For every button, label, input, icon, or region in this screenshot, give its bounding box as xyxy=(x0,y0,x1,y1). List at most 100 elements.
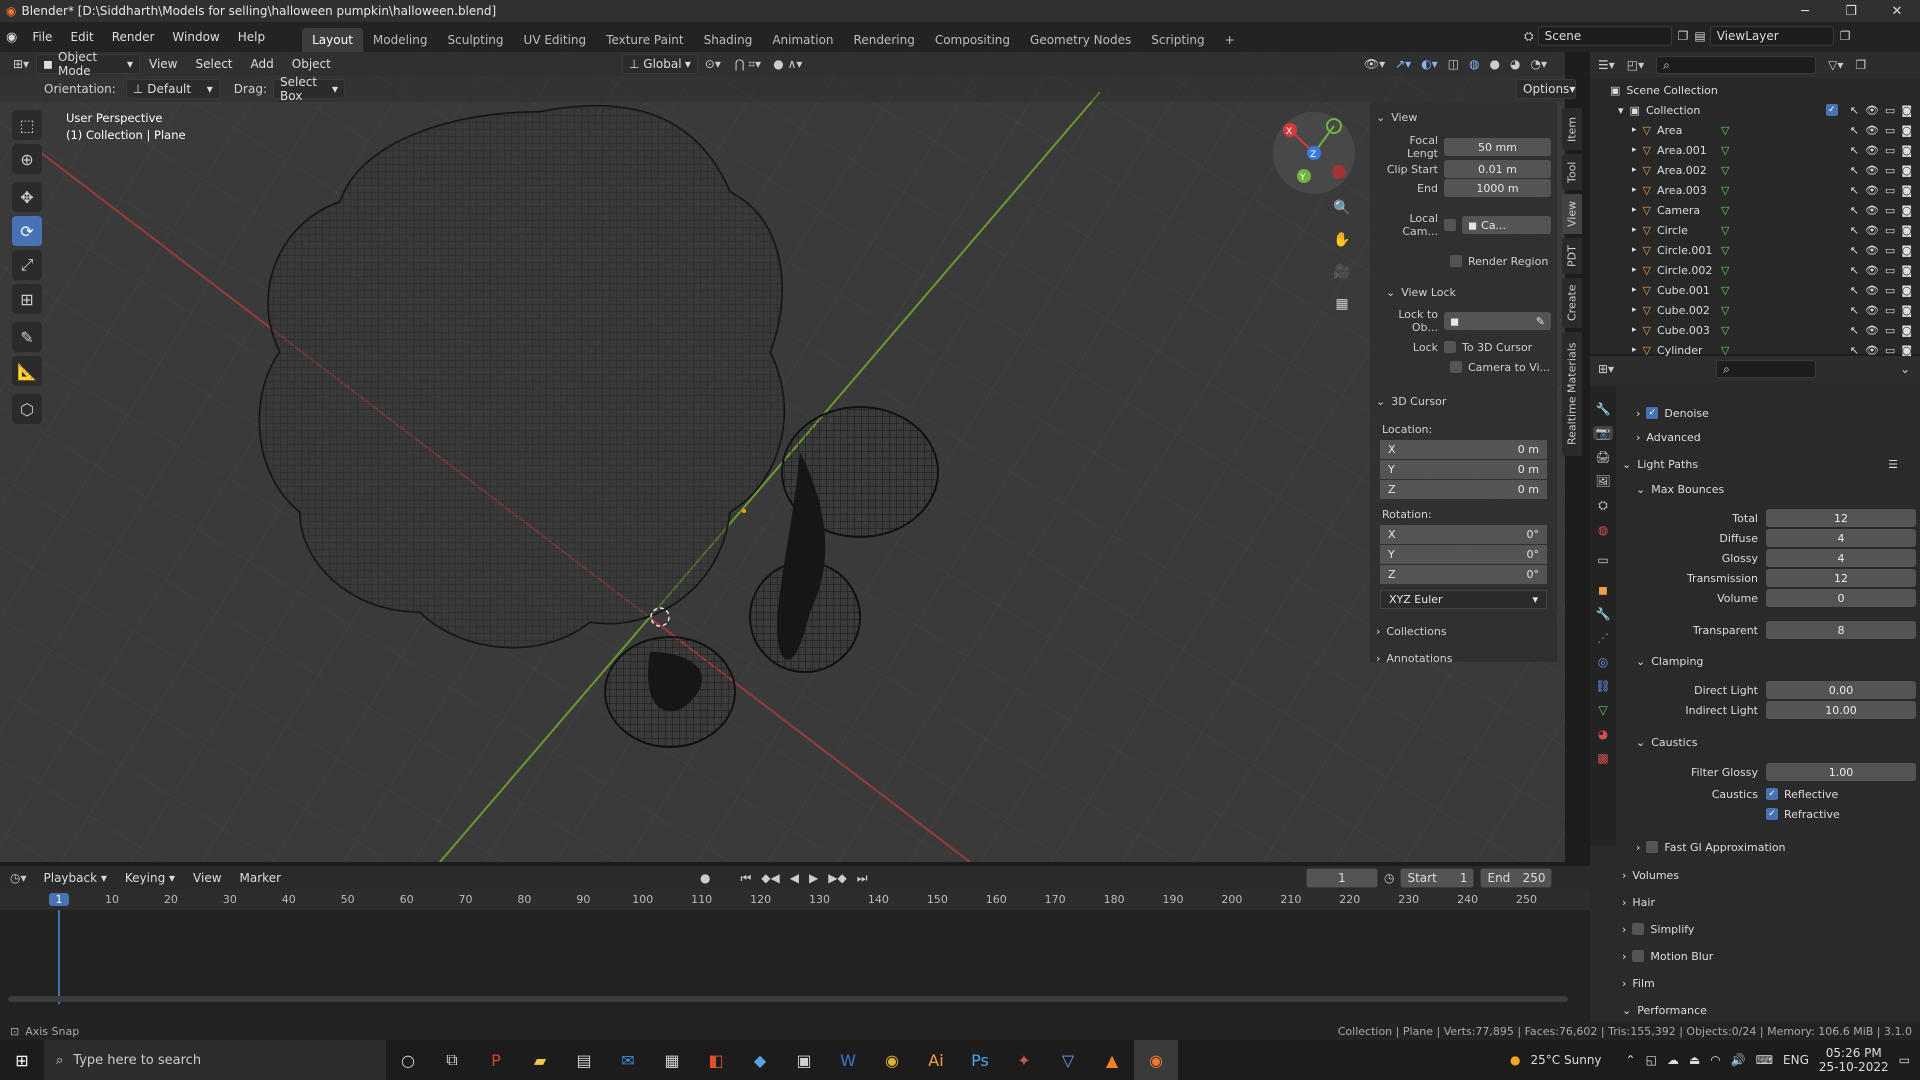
camera-render-icon[interactable]: ◙ xyxy=(1901,204,1912,217)
filter-glossy-field[interactable]: 1.00 xyxy=(1766,763,1916,781)
timeline-menu-marker[interactable]: Marker xyxy=(231,867,290,889)
tool-settings-icon[interactable]: 🔧 xyxy=(1596,402,1611,416)
camera-render-icon[interactable]: ◙ xyxy=(1901,244,1912,257)
viewport-menu-add[interactable]: Add xyxy=(242,53,283,75)
denoise-checkbox[interactable]: ✓ xyxy=(1646,407,1659,419)
jump-end-icon[interactable]: ⏭ xyxy=(857,871,868,886)
camera-view-icon[interactable]: 🎥 xyxy=(1330,260,1354,284)
timeline-menu-view[interactable]: View xyxy=(184,867,230,889)
outliner-search-input[interactable]: ⌕ xyxy=(1656,56,1817,74)
bounce-field[interactable]: 8 xyxy=(1766,621,1916,639)
editor-type-icon[interactable]: ⊞▾ xyxy=(6,57,36,71)
object-data-icon[interactable]: ▽ xyxy=(1721,224,1729,237)
camera-render-icon[interactable]: ◙ xyxy=(1901,104,1912,117)
blender-taskbar-icon[interactable]: ◉ xyxy=(1134,1040,1178,1080)
expand-arrow-icon[interactable]: ▸ xyxy=(1632,265,1637,275)
cursor-rotation-z[interactable]: Z 0° xyxy=(1380,565,1547,584)
indirect-light-field[interactable]: 10.00 xyxy=(1766,701,1916,719)
tab-scripting[interactable]: Scripting xyxy=(1141,28,1214,52)
outliner-editor-icon[interactable]: ☰▾ xyxy=(1598,58,1615,72)
photoshop-icon[interactable]: Ps xyxy=(958,1040,1002,1080)
orientation-selector[interactable]: ⊥ Default ▾ xyxy=(125,79,220,99)
performance-panel[interactable]: ⌄ Performance xyxy=(1616,999,1916,1021)
select-arrow-icon[interactable]: ↖ xyxy=(1850,124,1859,137)
camera-render-icon[interactable]: ◙ xyxy=(1901,284,1912,297)
start-frame-field[interactable]: Start 1 xyxy=(1400,868,1475,888)
eye-icon[interactable]: 👁 xyxy=(1865,304,1879,317)
expand-arrow-icon[interactable]: ▸ xyxy=(1632,245,1637,255)
world-properties-icon[interactable]: ◍ xyxy=(1598,523,1608,537)
gizmo-icon[interactable]: ↗▾ xyxy=(1395,57,1411,71)
measure-tool[interactable]: 📐 xyxy=(12,356,42,386)
view-panel-header[interactable]: ⌄ View xyxy=(1376,108,1551,126)
constraints-properties-icon[interactable]: ⛓ xyxy=(1595,679,1610,693)
motion-blur-checkbox[interactable] xyxy=(1632,950,1645,962)
play-icon[interactable]: ▶ xyxy=(809,871,818,885)
wireframe-shading-icon[interactable]: ◍ xyxy=(1469,57,1479,71)
zoom-icon[interactable]: 🔍 xyxy=(1330,196,1354,220)
max-bounces-panel[interactable]: ⌄ Max Bounces xyxy=(1616,478,1916,500)
timeline-track-area[interactable] xyxy=(0,910,1590,1004)
camera-render-icon[interactable]: ◙ xyxy=(1901,144,1912,157)
bounce-field[interactable]: 0 xyxy=(1766,589,1916,607)
object-data-icon[interactable]: ▽ xyxy=(1721,164,1729,177)
expand-arrow-icon[interactable]: ▸ xyxy=(1632,305,1637,315)
advanced-panel[interactable]: › Advanced xyxy=(1616,426,1916,448)
notifications-icon[interactable]: ▭ xyxy=(1899,1053,1910,1067)
menu-render[interactable]: Render xyxy=(103,26,164,48)
select-arrow-icon[interactable]: ↖ xyxy=(1850,184,1859,197)
outliner-collection[interactable]: ▾ ▣ Collection ✓ ↖ 👁 ▭ ◙ xyxy=(1590,100,1920,120)
tab-animation[interactable]: Animation xyxy=(762,28,843,52)
cursor-tool[interactable]: ⊕ xyxy=(12,144,42,174)
material-properties-icon[interactable]: ◕ xyxy=(1598,727,1608,741)
options-button[interactable]: Options ▾ xyxy=(1516,79,1576,99)
tab-uv-editing[interactable]: UV Editing xyxy=(514,28,597,52)
local-camera-field[interactable]: ◼ Ca... xyxy=(1462,216,1551,234)
list-icon[interactable]: ☰ xyxy=(1888,458,1916,471)
output-properties-icon[interactable]: 🖨 xyxy=(1595,450,1610,464)
view-layer-selector[interactable]: ViewLayer xyxy=(1709,26,1834,46)
clip-start-field[interactable]: 0.01 m xyxy=(1444,160,1551,178)
tab-sculpting[interactable]: Sculpting xyxy=(438,28,514,52)
network-icon[interactable]: ◱ xyxy=(1646,1053,1657,1067)
expand-arrow-icon[interactable]: ▸ xyxy=(1632,185,1637,195)
expand-arrow-icon[interactable]: ▾ xyxy=(1618,104,1624,117)
collection-properties-icon[interactable]: ▭ xyxy=(1597,553,1608,567)
app-icon-3[interactable]: ▣ xyxy=(782,1040,826,1080)
new-view-layer-icon[interactable]: ❐ xyxy=(1840,29,1851,43)
windows-start-icon[interactable]: ⊞ xyxy=(0,1040,44,1080)
mode-selector[interactable]: ◼ Object Mode ▾ xyxy=(36,50,140,78)
volumes-panel[interactable]: › Volumes xyxy=(1616,864,1916,886)
select-arrow-icon[interactable]: ↖ xyxy=(1850,284,1859,297)
tab-shading[interactable]: Shading xyxy=(694,28,763,52)
properties-editor-icon[interactable]: ⊞▾ xyxy=(1598,362,1614,376)
scene-selector[interactable]: Scene xyxy=(1537,26,1672,46)
monitor-icon[interactable]: ▭ xyxy=(1885,204,1895,217)
timeline-ruler[interactable]: 1 10 20 30 40 50 60 70 80 90 100 110 120 130 140 150 160… xyxy=(0,890,1590,910)
vlc-icon[interactable]: ▲ xyxy=(1090,1040,1134,1080)
tab-item[interactable]: Item xyxy=(1562,108,1582,150)
expand-arrow-icon[interactable]: ▸ xyxy=(1632,285,1637,295)
physics-properties-icon[interactable]: ◎ xyxy=(1598,655,1608,669)
object-data-icon[interactable]: ▽ xyxy=(1721,304,1729,317)
expand-arrow-icon[interactable]: ▸ xyxy=(1632,205,1637,215)
onedrive-icon[interactable]: ☁ xyxy=(1667,1053,1679,1067)
visibility-icon[interactable]: 👁▾ xyxy=(1364,57,1385,71)
select-arrow-icon[interactable]: ↖ xyxy=(1850,104,1859,117)
tab-tool[interactable]: Tool xyxy=(1562,154,1582,190)
monitor-icon[interactable]: ▭ xyxy=(1885,184,1895,197)
render-region-checkbox[interactable] xyxy=(1450,255,1462,267)
select-arrow-icon[interactable]: ↖ xyxy=(1850,224,1859,237)
view-lock-header[interactable]: ⌄ View Lock xyxy=(1376,283,1551,301)
outliner-scene-collection[interactable]: ▣ Scene Collection xyxy=(1590,80,1920,100)
bounce-field[interactable]: 12 xyxy=(1766,509,1916,527)
denoise-panel[interactable]: › ✓ Denoise xyxy=(1616,402,1916,424)
menu-window[interactable]: Window xyxy=(163,26,228,48)
camera-to-view-checkbox[interactable] xyxy=(1450,361,1462,373)
viewport-menu-object[interactable]: Object xyxy=(283,53,340,75)
camera-render-icon[interactable]: ◙ xyxy=(1901,184,1912,197)
viewport-menu-select[interactable]: Select xyxy=(186,53,241,75)
file-explorer-icon[interactable]: ▰ xyxy=(518,1040,562,1080)
cursor-location-y[interactable]: Y0 m xyxy=(1380,460,1547,479)
select-arrow-icon[interactable]: ↖ xyxy=(1850,304,1859,317)
